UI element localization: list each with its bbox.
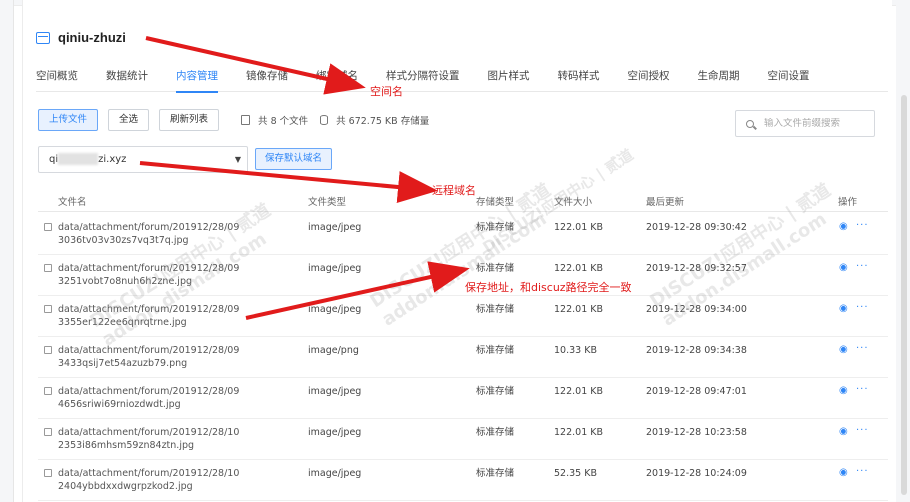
- annotation-bucket-name: 空间名: [370, 85, 403, 98]
- annotation-arrows: [139, 36, 470, 320]
- arrow-save-path: [245, 261, 470, 320]
- arrow-bucket-name: [145, 36, 366, 95]
- annotation-remote-domain: 远程域名: [432, 184, 476, 197]
- annotation-save-path: 保存地址，和discuz路径完全一致: [465, 281, 632, 294]
- arrow-remote-domain: [139, 161, 438, 203]
